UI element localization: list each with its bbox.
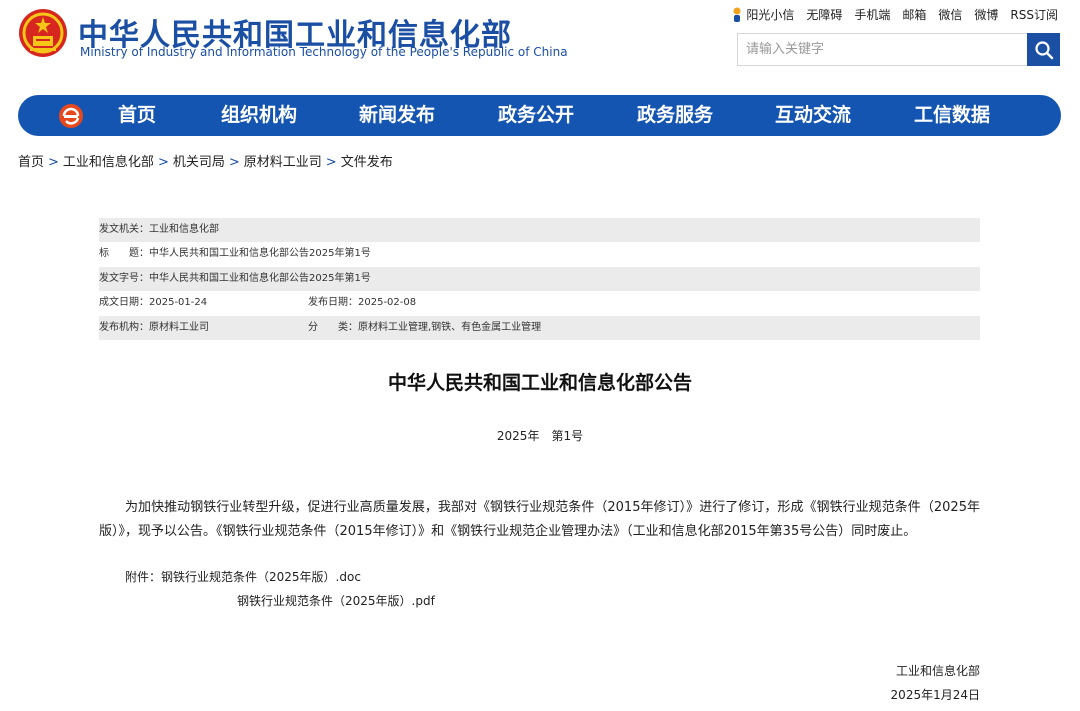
nav-data[interactable]: 工信数据 xyxy=(914,95,990,136)
attachment-doc-link[interactable]: 钢铁行业规范条件（2025年版）.doc xyxy=(161,570,361,584)
meta-row: 发布机构：原材料工业司 分 类：原材料工业管理,钢铁、有色金属工业管理 xyxy=(99,315,980,340)
attachment-pdf-link[interactable]: 钢铁行业规范条件（2025年版）.pdf xyxy=(237,592,435,609)
breadcrumb-separator: > xyxy=(228,155,240,170)
meta-publisher: 发布机构：原材料工业司 xyxy=(99,321,209,333)
site-header: 中华人民共和国工业和信息化部 Ministry of Industry and … xyxy=(0,0,1080,90)
national-emblem-icon xyxy=(19,9,67,57)
breadcrumb-departments[interactable]: 机关司局 xyxy=(173,155,225,170)
site-subtitle-en: Ministry of Industry and Information Tec… xyxy=(80,45,568,59)
meta-category: 分 类：原材料工业管理,钢铁、有色金属工业管理 xyxy=(308,321,542,333)
breadcrumb-documents[interactable]: 文件发布 xyxy=(341,155,393,170)
signature-date: 2025年1月24日 xyxy=(890,688,980,702)
top-links: 阳光小信 无障碍 手机端 邮箱 微信 微博 RSS订阅 xyxy=(732,6,1058,23)
breadcrumb-ministry[interactable]: 工业和信息化部 xyxy=(63,155,154,170)
attachment-label: 附件： xyxy=(125,570,162,584)
meta-issuer: 发文机关：工业和信息化部 xyxy=(99,224,219,235)
toplink-weibo[interactable]: 微博 xyxy=(974,6,998,23)
article-paragraph: 为加快推动钢铁行业转型升级，促进行业高质量发展，我部对《钢铁行业规范条件（201… xyxy=(99,500,980,539)
toplink-mobile[interactable]: 手机端 xyxy=(854,6,890,23)
article-title: 中华人民共和国工业和信息化部公告 xyxy=(387,372,692,394)
meta-row: 发文机关：工业和信息化部 xyxy=(99,218,980,243)
main-nav: 首页 组织机构 新闻发布 政务公开 政务服务 互动交流 工信数据 xyxy=(18,95,1061,136)
breadcrumb-separator: > xyxy=(48,155,59,170)
meta-row: 发文字号：中华人民共和国工业和信息化部公告2025年第1号 xyxy=(99,266,980,292)
article-issue: 2025年 第1号 xyxy=(496,429,584,443)
breadcrumb-separator: > xyxy=(157,155,169,170)
nav-interaction[interactable]: 互动交流 xyxy=(775,95,851,136)
search-button[interactable] xyxy=(1027,33,1060,66)
miit-logo-icon[interactable] xyxy=(58,103,84,129)
toplink-sunshine[interactable]: 阳光小信 xyxy=(746,6,794,23)
toplink-accessibility[interactable]: 无障碍 xyxy=(806,6,842,23)
breadcrumb: 首页 > 工业和信息化部 > 机关司局 > 原材料工业司 > 文件发布 xyxy=(18,151,393,170)
nav-gov-affairs[interactable]: 政务公开 xyxy=(498,95,574,136)
attachment-line: 附件：钢铁行业规范条件（2025年版）.doc xyxy=(125,568,361,585)
signature-issuer: 工业和信息化部 xyxy=(895,664,980,678)
toplink-mail[interactable]: 邮箱 xyxy=(902,6,926,23)
nav-news[interactable]: 新闻发布 xyxy=(359,95,435,136)
sunshine-mascot-icon xyxy=(733,7,741,22)
nav-organization[interactable]: 组织机构 xyxy=(221,95,297,136)
meta-written-date: 成文日期：2025-01-24 xyxy=(99,297,208,309)
breadcrumb-separator: > xyxy=(325,155,337,170)
document-meta-table: 发文机关：工业和信息化部 标 题：中华人民共和国工业和信息化部公告2025年第1… xyxy=(99,218,980,340)
meta-doc-no: 发文字号：中华人民共和国工业和信息化部公告2025年第1号 xyxy=(99,272,371,284)
toplink-rss[interactable]: RSS订阅 xyxy=(1010,6,1058,23)
meta-title: 标 题：中华人民共和国工业和信息化部公告2025年第1号 xyxy=(99,248,371,260)
search-icon xyxy=(1034,40,1053,59)
search-input[interactable] xyxy=(738,34,1034,65)
meta-publish-date: 发布日期：2025-02-08 xyxy=(308,297,417,309)
toplink-wechat[interactable]: 微信 xyxy=(938,6,962,23)
meta-row: 成文日期：2025-01-24 发布日期：2025-02-08 xyxy=(99,291,980,315)
breadcrumb-home[interactable]: 首页 xyxy=(18,155,44,170)
search-box xyxy=(737,33,1060,66)
breadcrumb-raw-materials[interactable]: 原材料工业司 xyxy=(244,155,322,170)
nav-gov-services[interactable]: 政务服务 xyxy=(637,95,713,136)
meta-row: 标 题：中华人民共和国工业和信息化部公告2025年第1号 xyxy=(99,242,980,266)
nav-home[interactable]: 首页 xyxy=(118,95,156,136)
